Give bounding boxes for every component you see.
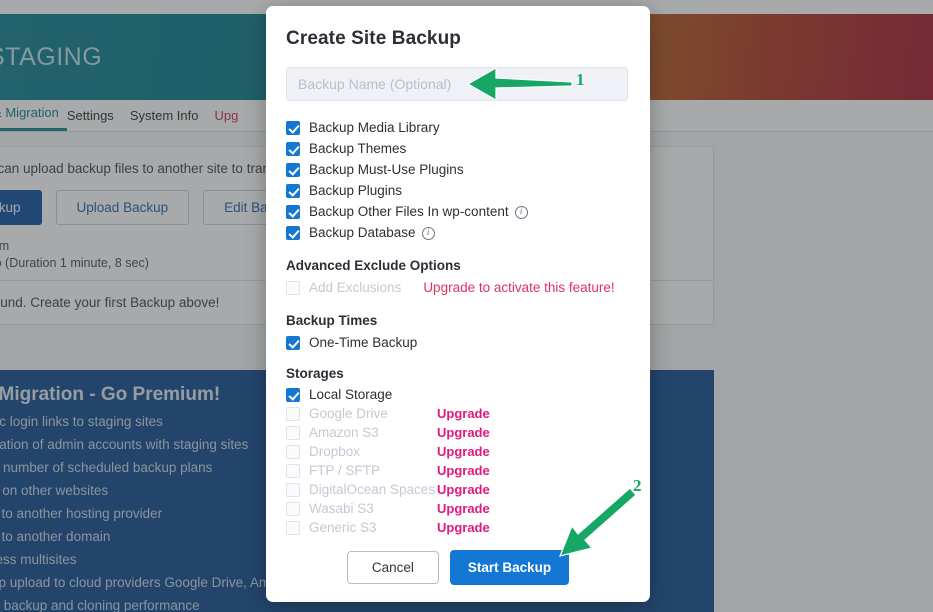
checkbox-unchecked-icon	[286, 482, 300, 497]
option-label: Backup Plugins	[309, 183, 403, 198]
option-backup-must-use-plugins[interactable]: Backup Must-Use Plugins	[286, 159, 630, 180]
option-backup-media-library[interactable]: Backup Media Library	[286, 117, 630, 138]
dialog-title: Create Site Backup	[286, 28, 461, 49]
checkbox-checked-icon[interactable]	[286, 225, 300, 240]
annotation-number-1: 1	[576, 70, 585, 89]
checkbox-unchecked-icon	[286, 501, 300, 516]
option-label: Backup Media Library	[309, 120, 440, 135]
option-label: Backup Database	[309, 225, 416, 240]
start-backup-button[interactable]: Start Backup	[449, 549, 570, 585]
option-label: Backup Other Files In wp-content	[309, 204, 509, 219]
checkbox-unchecked-icon	[286, 406, 300, 421]
storage-wasabi-s3: Wasabi S3 Upgrade	[286, 499, 630, 518]
checkbox-unchecked-icon	[286, 425, 300, 440]
storage-google-drive: Google Drive Upgrade	[286, 404, 630, 423]
dialog-footer: Cancel Start Backup	[266, 532, 650, 602]
upgrade-feature-message[interactable]: Upgrade to activate this feature!	[423, 280, 614, 295]
checkbox-checked-icon[interactable]	[286, 335, 300, 350]
option-label: Add Exclusions	[309, 280, 402, 295]
cancel-button[interactable]: Cancel	[346, 550, 439, 584]
upgrade-link[interactable]: Upgrade	[437, 406, 490, 421]
screen: STAGING ckup & Migration Settings System…	[0, 0, 933, 612]
storage-label: Dropbox	[309, 444, 361, 459]
storage-amazon-s3: Amazon S3 Upgrade	[286, 423, 630, 442]
checkbox-unchecked-icon	[286, 280, 300, 295]
storage-label: Google Drive	[309, 406, 388, 421]
option-backup-other-files[interactable]: Backup Other Files In wp-content i	[286, 201, 630, 222]
option-add-exclusions: Add Exclusions Upgrade to activate this …	[286, 277, 630, 298]
option-backup-plugins[interactable]: Backup Plugins	[286, 180, 630, 201]
option-backup-themes[interactable]: Backup Themes	[286, 138, 630, 159]
checkbox-checked-icon[interactable]	[286, 183, 300, 198]
backup-options-list: Backup Media Library Backup Themes Backu…	[286, 117, 630, 243]
checkbox-checked-icon[interactable]	[286, 387, 300, 402]
storage-dropbox: Dropbox Upgrade	[286, 442, 630, 461]
option-label: Backup Themes	[309, 141, 407, 156]
info-icon[interactable]: i	[421, 227, 435, 240]
upgrade-link[interactable]: Upgrade	[437, 501, 490, 516]
checkbox-checked-icon[interactable]	[286, 162, 300, 177]
storage-ftp-sftp: FTP / SFTP Upgrade	[286, 461, 630, 480]
storage-digitalocean-spaces: DigitalOcean Spaces Upgrade	[286, 480, 630, 499]
checkbox-checked-icon[interactable]	[286, 120, 300, 135]
upgrade-link[interactable]: Upgrade	[437, 444, 490, 459]
storage-label: Wasabi S3	[309, 501, 374, 516]
storage-label: DigitalOcean Spaces	[309, 482, 436, 497]
info-icon[interactable]: i	[514, 206, 528, 219]
option-label: One-Time Backup	[309, 335, 418, 350]
checkbox-checked-icon[interactable]	[286, 204, 300, 219]
create-site-backup-dialog: Create Site Backup Backup Media Library …	[266, 6, 650, 602]
option-one-time-backup[interactable]: One-Time Backup	[286, 332, 630, 353]
upgrade-link[interactable]: Upgrade	[437, 425, 490, 440]
storage-label: Local Storage	[309, 387, 393, 402]
option-backup-database[interactable]: Backup Database i	[286, 222, 630, 243]
storage-label: Amazon S3	[309, 425, 379, 440]
storages-heading: Storages	[286, 366, 344, 381]
upgrade-link[interactable]: Upgrade	[437, 463, 490, 478]
checkbox-unchecked-icon	[286, 444, 300, 459]
storage-local[interactable]: Local Storage	[286, 385, 630, 404]
upgrade-link[interactable]: Upgrade	[437, 482, 490, 497]
checkbox-checked-icon[interactable]	[286, 141, 300, 156]
storage-label: FTP / SFTP	[309, 463, 381, 478]
advanced-exclude-heading: Advanced Exclude Options	[286, 258, 461, 273]
backup-times-heading: Backup Times	[286, 313, 378, 328]
annotation-number-2: 2	[633, 476, 642, 495]
checkbox-unchecked-icon	[286, 463, 300, 478]
option-label: Backup Must-Use Plugins	[309, 162, 464, 177]
